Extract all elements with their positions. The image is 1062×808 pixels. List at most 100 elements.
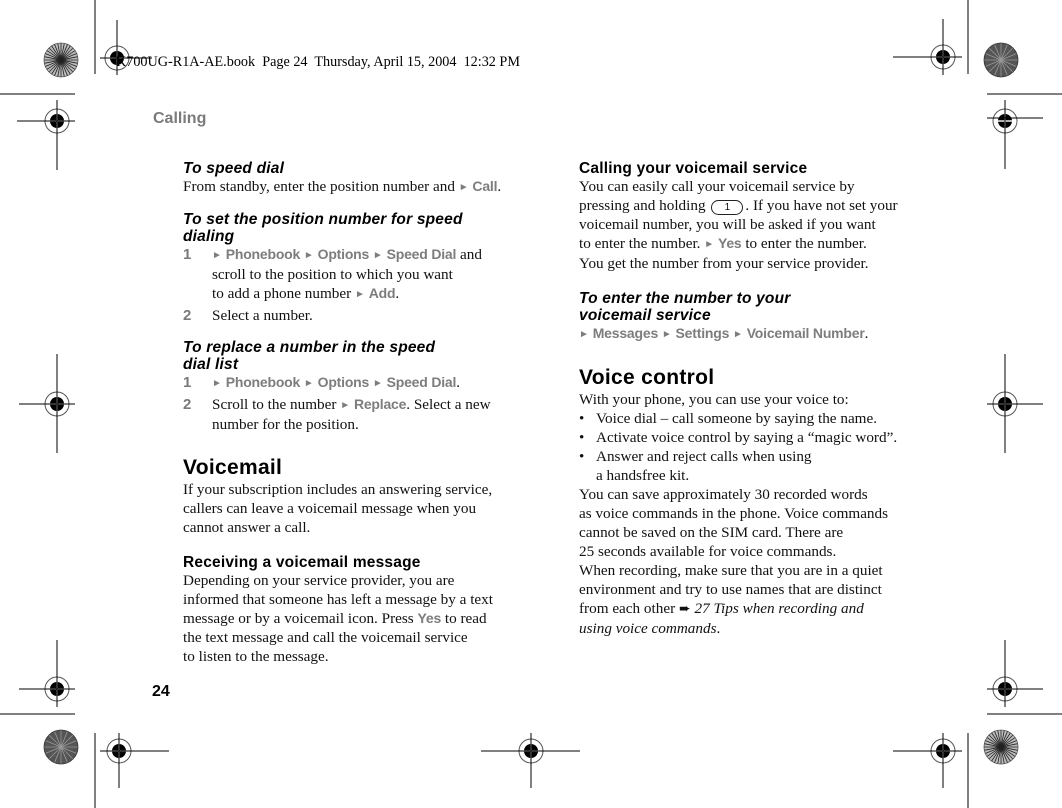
text: Activate voice control by saying a “magi…: [596, 429, 898, 446]
text: pressing and holding: [579, 197, 710, 214]
menu-arrow-icon: ►: [372, 250, 383, 261]
menu-phonebook: Phonebook: [225, 374, 301, 390]
text-line: as voice commands in the phone. Voice co…: [579, 505, 889, 522]
text-line: If your subscription includes an answeri…: [183, 481, 493, 498]
text-line: environment and try to use names that ar…: [579, 581, 882, 598]
step-2: 2 Scroll to the number ► Replace. Select…: [183, 395, 528, 434]
cross-reference-link[interactable]: 27 Tips when recording and: [694, 600, 863, 617]
text-line: to listen to the message.: [183, 648, 329, 665]
text-line: cannot be saved on the SIM card. There a…: [579, 524, 844, 541]
starburst-mark-top-left: [43, 42, 79, 78]
voice-control-recording-text: When recording, make sure that you are i…: [579, 561, 924, 638]
bullet-item: • Answer and reject calls when using a h…: [579, 447, 924, 485]
menu-options: Options: [317, 246, 370, 262]
menu-yes: Yes: [717, 235, 742, 251]
text-line: cannot answer a call.: [183, 519, 311, 536]
text: .: [456, 374, 460, 391]
step-number: 1: [183, 246, 192, 263]
text: number for the position.: [212, 416, 359, 433]
section-speed-dial: To speed dial From standby, enter the po…: [183, 160, 528, 197]
text: to add a phone number: [212, 285, 355, 302]
menu-arrow-icon: ►: [212, 378, 222, 389]
print-header-book-info: K700UG-R1A-AE.book Page 24 Thursday, Apr…: [116, 54, 520, 70]
text: scroll to the position to which you want: [212, 266, 453, 283]
colorwheel-mark-bottom-left: [43, 729, 79, 765]
cross-reference-link[interactable]: using voice commands: [579, 620, 717, 637]
heading-line: To replace a number in the speed: [183, 339, 436, 356]
menu-arrow-icon: ►: [303, 378, 314, 389]
text: Select a number.: [212, 307, 313, 324]
text-line: informed that someone has left a message…: [183, 591, 493, 608]
text: to enter the number.: [579, 235, 705, 252]
heading-set-position: To set the position number for speed dia…: [183, 211, 528, 245]
menu-arrow-icon: ►: [732, 329, 743, 340]
bullet-icon: •: [579, 429, 585, 446]
enter-number-menu-path: ► Messages ► Settings ► Voicemail Number…: [579, 324, 924, 344]
text: a handsfree kit.: [596, 467, 690, 484]
heading-replace-number: To replace a number in the speed dial li…: [183, 339, 528, 373]
text-line: You get the number from your service pro…: [579, 255, 869, 272]
section-replace-number: To replace a number in the speed dial li…: [183, 339, 528, 434]
text: and: [456, 246, 482, 263]
step-1: 1 ► Phonebook ► Options ► Speed Dial.: [183, 373, 528, 393]
text-line: 25 seconds available for voice commands.: [579, 543, 837, 560]
heading-speed-dial: To speed dial: [183, 160, 285, 177]
menu-arrow-icon: ►: [212, 250, 222, 261]
menu-phonebook: Phonebook: [225, 246, 301, 262]
text: Answer and reject calls when using: [596, 448, 812, 465]
page-number: 24: [152, 683, 170, 700]
section-voice-control: Voice control With your phone, you can u…: [579, 366, 924, 638]
step-2: 2 Select a number.: [183, 306, 528, 325]
text: .: [497, 178, 502, 195]
starburst-mark-bottom-right: [983, 729, 1019, 765]
menu-yes: Yes: [417, 610, 442, 626]
cross-reference-arrow-icon: ➨: [678, 602, 691, 617]
text: .: [716, 620, 721, 637]
voicemail-text: If your subscription includes an answeri…: [183, 480, 528, 537]
bullet-icon: •: [579, 448, 585, 465]
heading-line: To set the position number for speed: [183, 211, 463, 228]
heading-line: voicemail service: [579, 307, 711, 324]
text-line: voicemail number, you will be asked if y…: [579, 216, 876, 233]
text: Voice dial – call someone by saying the …: [596, 410, 878, 427]
step-number: 2: [183, 307, 192, 324]
menu-arrow-icon: ►: [303, 250, 314, 261]
key-1-icon: 1: [711, 200, 744, 215]
right-column: Calling your voicemail service You can e…: [579, 160, 924, 638]
menu-add: Add: [368, 285, 396, 301]
section-receiving-voicemail: Receiving a voicemail message Depending …: [183, 554, 528, 666]
text-line: You can easily call your voicemail servi…: [579, 178, 855, 195]
menu-arrow-icon: ►: [579, 329, 589, 340]
menu-messages: Messages: [592, 325, 659, 341]
section-enter-voicemail-number: To enter the number to your voicemail se…: [579, 290, 924, 344]
menu-arrow-icon: ►: [458, 182, 469, 193]
text: From standby, enter the position number …: [183, 178, 459, 195]
menu-settings: Settings: [675, 325, 730, 341]
step-number: 1: [183, 374, 192, 391]
menu-arrow-icon: ►: [354, 289, 365, 300]
bullet-icon: •: [579, 410, 585, 427]
step-number: 2: [183, 396, 192, 413]
speed-dial-text: From standby, enter the position number …: [183, 177, 528, 197]
text: . Select a new: [406, 396, 491, 413]
text-line: When recording, make sure that you are i…: [579, 562, 883, 579]
heading-enter-voicemail-number: To enter the number to your voicemail se…: [579, 290, 924, 324]
menu-speed-dial: Speed Dial: [386, 246, 457, 262]
step-1: 1 ► Phonebook ► Options ► Speed Dial and…: [183, 245, 528, 304]
menu-arrow-icon: ►: [661, 329, 672, 340]
menu-options: Options: [317, 374, 370, 390]
text-line: Depending on your service provider, you …: [183, 572, 455, 589]
text-line: You can save approximately 30 recorded w…: [579, 486, 868, 503]
menu-arrow-icon: ►: [372, 378, 383, 389]
running-head: Calling: [153, 110, 207, 127]
bullet-item: • Activate voice control by saying a “ma…: [579, 428, 924, 447]
colorwheel-mark-top-right: [983, 42, 1019, 78]
receiving-voicemail-text: Depending on your service provider, you …: [183, 571, 528, 666]
voice-control-capacity-text: You can save approximately 30 recorded w…: [579, 485, 924, 561]
bullet-item: • Voice dial – call someone by saying th…: [579, 409, 924, 428]
text: from each other: [579, 600, 679, 617]
section-voicemail: Voicemail If your subscription includes …: [183, 456, 528, 537]
heading-voicemail: Voicemail: [183, 456, 283, 479]
menu-arrow-icon: ►: [340, 400, 351, 411]
heading-calling-voicemail-service: Calling your voicemail service: [579, 160, 808, 177]
